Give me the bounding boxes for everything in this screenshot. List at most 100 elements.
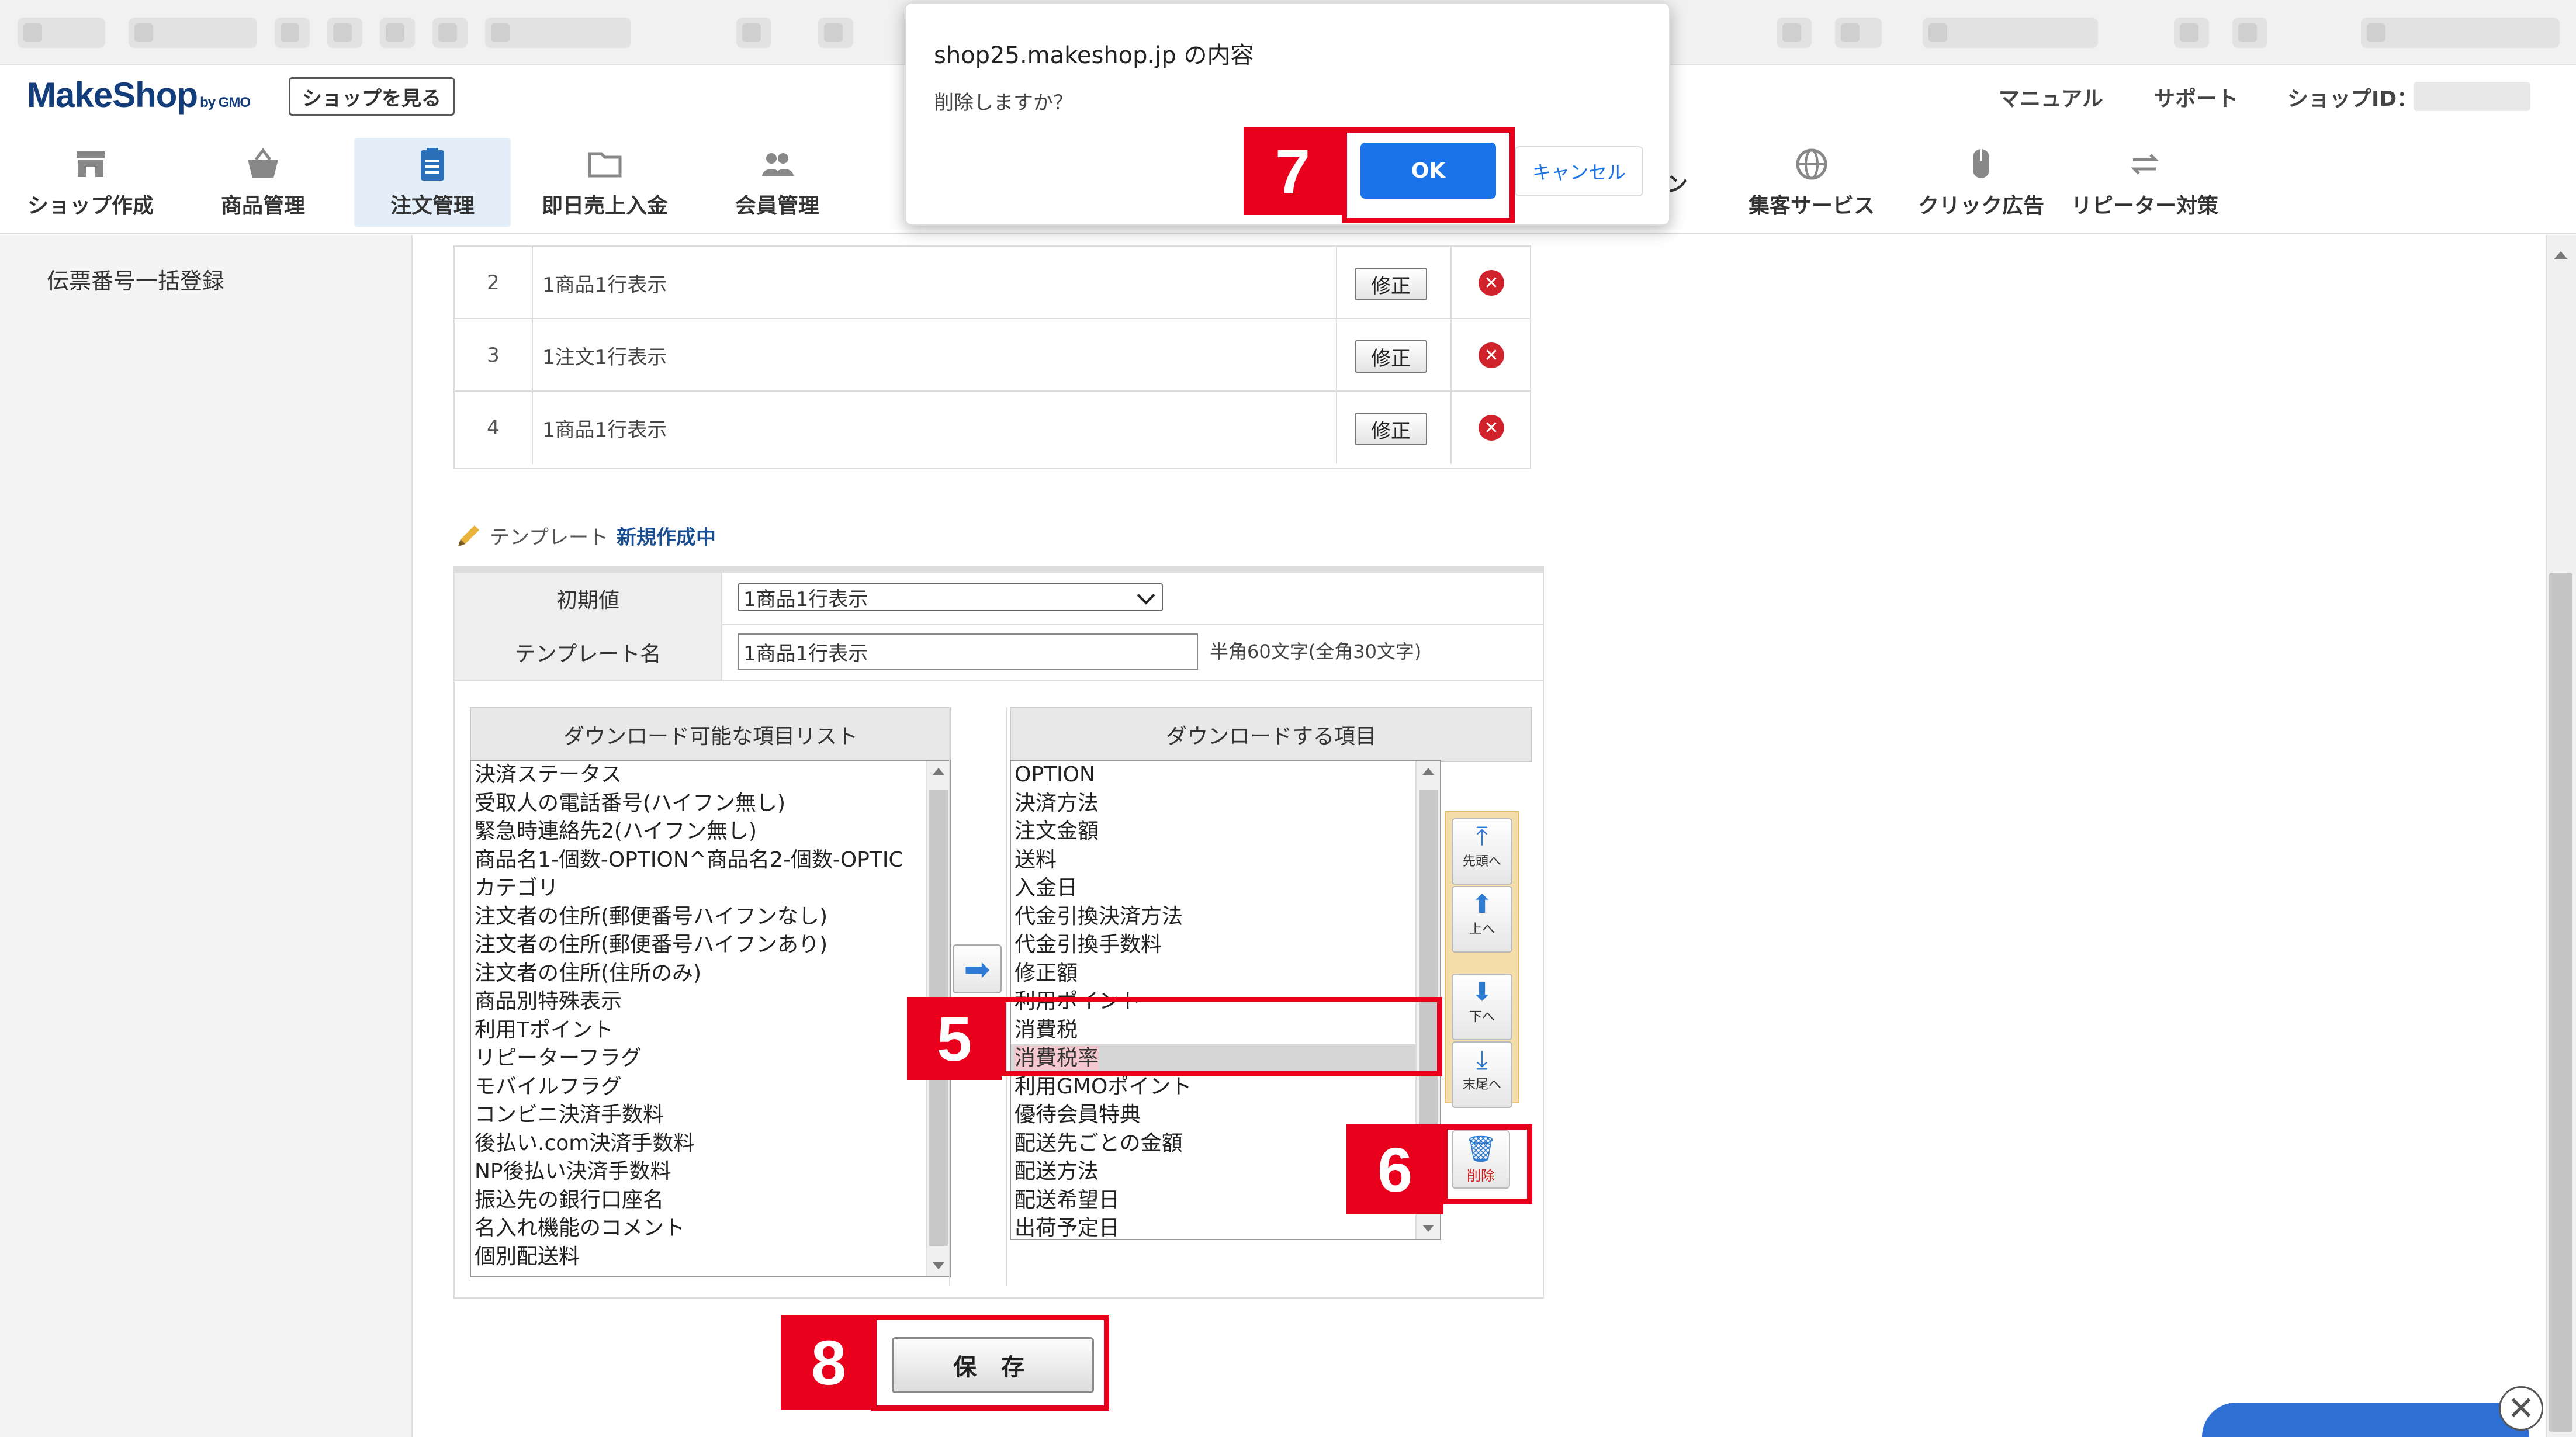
list-item[interactable]: 送料 bbox=[1011, 846, 1440, 875]
move-bottom-button[interactable]: ⤓ 末尾へ bbox=[1452, 1041, 1512, 1108]
list-item[interactable]: 後払い.com決済手数料 bbox=[471, 1130, 950, 1158]
row-template-name: 1商品1行表示 bbox=[542, 418, 667, 442]
edit-button[interactable]: 修正 bbox=[1355, 268, 1427, 300]
list-item[interactable]: カテゴリ bbox=[471, 874, 950, 903]
list-item-label: 配送希望日 bbox=[1015, 1187, 1120, 1212]
list-item[interactable]: 代金引換手数料 bbox=[1011, 931, 1440, 960]
scroll-down-arrow-icon[interactable] bbox=[1422, 1225, 1434, 1232]
template-section-label: テンプレート 新規作成中 bbox=[455, 521, 716, 550]
shop-id-label: ショップID： bbox=[2287, 87, 2418, 111]
page-scrollbar-thumb[interactable] bbox=[2549, 573, 2572, 1432]
clipboard-icon bbox=[421, 148, 444, 181]
edit-button[interactable]: 修正 bbox=[1355, 413, 1427, 445]
scroll-up-arrow-icon[interactable] bbox=[2554, 251, 2568, 259]
list-item[interactable]: OPTION bbox=[1011, 761, 1440, 790]
view-shop-button[interactable]: ショップを見る bbox=[289, 77, 455, 116]
bookmark[interactable] bbox=[736, 18, 771, 48]
list-item[interactable]: 名入れ機能のコメント bbox=[471, 1214, 950, 1243]
nav-click-ads[interactable]: クリック広告 bbox=[1905, 138, 2057, 227]
nav-label: 注文管理 bbox=[390, 194, 475, 218]
bookmark[interactable] bbox=[275, 18, 310, 48]
list-item[interactable]: 注文者の住所(住所のみ) bbox=[471, 960, 950, 988]
manual-link[interactable]: マニュアル bbox=[1999, 82, 2103, 112]
list-item[interactable]: 決済ステータス bbox=[471, 761, 950, 790]
list-item[interactable]: 注文金額 bbox=[1011, 818, 1440, 846]
close-icon[interactable]: ✕ bbox=[2499, 1386, 2543, 1431]
sidebar-item-slip-bulk-register[interactable]: 伝票番号一括登録 bbox=[47, 263, 224, 295]
chat-widget[interactable] bbox=[2202, 1403, 2529, 1437]
list-item[interactable]: コンビニ決済手数料 bbox=[471, 1101, 950, 1130]
list-item-label: コンビニ決済手数料 bbox=[475, 1103, 664, 1127]
list-item[interactable]: 振込先の銀行口座名 bbox=[471, 1186, 950, 1215]
scroll-down-arrow-icon[interactable] bbox=[933, 1262, 944, 1269]
list-item[interactable]: 代金引換決済方法 bbox=[1011, 903, 1440, 932]
template-name-label: テンプレート名 bbox=[455, 624, 722, 680]
delete-circle-icon[interactable]: ✕ bbox=[1479, 415, 1504, 441]
list-item[interactable]: 修正額 bbox=[1011, 960, 1440, 988]
bookmark[interactable] bbox=[1777, 18, 1812, 48]
step-badge-8: 8 bbox=[781, 1315, 877, 1410]
bookmark[interactable] bbox=[2174, 18, 2209, 48]
list-item[interactable]: 利用GMOポイント bbox=[1011, 1073, 1440, 1102]
bookmark[interactable] bbox=[327, 18, 362, 48]
move-top-label: 先頭へ bbox=[1462, 854, 1501, 869]
nav-label: 商品管理 bbox=[220, 194, 305, 218]
list-item[interactable]: 決済方法 bbox=[1011, 790, 1440, 818]
scroll-up-arrow-icon[interactable] bbox=[1422, 768, 1434, 775]
sidebar bbox=[0, 235, 413, 1437]
bookmark[interactable] bbox=[1835, 18, 1882, 48]
dialog-cancel-button[interactable]: キャンセル bbox=[1515, 146, 1643, 196]
scroll-up-arrow-icon[interactable] bbox=[933, 768, 944, 775]
list-item[interactable]: 利用Tポイント bbox=[471, 1016, 950, 1045]
move-top-button[interactable]: ⤒ 先頭へ bbox=[1452, 818, 1512, 885]
nav-repeater[interactable]: リピーター対策 bbox=[2069, 138, 2221, 227]
list-item[interactable]: 注文者の住所(郵便番号ハイフンあり) bbox=[471, 931, 950, 960]
template-status-text: 新規作成中 bbox=[616, 526, 716, 549]
edit-button[interactable]: 修正 bbox=[1355, 340, 1427, 373]
step-badge-7: 7 bbox=[1244, 127, 1342, 215]
highlight-box-step8 bbox=[871, 1315, 1109, 1411]
nav-marketing[interactable]: 集客サービス bbox=[1730, 138, 1893, 227]
list-item[interactable]: NP後払い決済手数料 bbox=[471, 1158, 950, 1186]
delete-circle-icon[interactable]: ✕ bbox=[1479, 342, 1504, 368]
bookmark[interactable] bbox=[2361, 18, 2560, 48]
list-item[interactable]: 入金日 bbox=[1011, 874, 1440, 903]
available-items-listbox[interactable]: 決済ステータス 受取人の電話番号(ハイフン無し) 緊急時連絡先2(ハイフン無し) 商品… bbox=[470, 760, 951, 1277]
list-item[interactable]: 出荷予定日 bbox=[1011, 1214, 1440, 1239]
list-item[interactable]: 注文者の住所(郵便番号ハイフンなし) bbox=[471, 903, 950, 932]
list-item-label: 振込先の銀行口座名 bbox=[475, 1187, 664, 1212]
nav-label: リピーター対策 bbox=[2071, 194, 2218, 218]
delete-circle-icon[interactable]: ✕ bbox=[1479, 270, 1504, 296]
bookmark[interactable] bbox=[818, 18, 853, 48]
list-item-label: 利用GMOポイント bbox=[1015, 1074, 1192, 1099]
bookmark[interactable] bbox=[485, 18, 631, 48]
move-down-button[interactable]: ⬇ 下へ bbox=[1452, 974, 1512, 1040]
initial-value-select[interactable]: 1商品1行表示 bbox=[738, 583, 1163, 611]
bookmark[interactable] bbox=[1923, 18, 2098, 48]
list-item[interactable]: モバイルフラグ bbox=[471, 1073, 950, 1102]
nav-orders[interactable]: 注文管理 bbox=[354, 138, 511, 227]
bookmark[interactable] bbox=[432, 18, 468, 48]
bookmark[interactable] bbox=[18, 18, 105, 48]
list-item[interactable]: 商品名1-個数-OPTION^商品名2-個数-OPTIC bbox=[471, 846, 950, 875]
nav-shop-build[interactable]: ショップ作成 bbox=[18, 138, 164, 227]
list-item[interactable]: 受取人の電話番号(ハイフン無し) bbox=[471, 790, 950, 818]
list-item[interactable]: リピーターフラグ bbox=[471, 1044, 950, 1073]
list-item[interactable]: 商品別特殊表示 bbox=[471, 988, 950, 1016]
add-item-button[interactable]: ➡ bbox=[953, 944, 1002, 993]
bookmark[interactable] bbox=[2232, 18, 2267, 48]
list-item[interactable]: 緊急時連絡先2(ハイフン無し) bbox=[471, 818, 950, 846]
list-item-label: 利用Tポイント bbox=[475, 1017, 614, 1042]
nav-members[interactable]: 会員管理 bbox=[707, 138, 847, 227]
nav-products[interactable]: 商品管理 bbox=[193, 138, 333, 227]
makeshop-logo[interactable]: MakeShop by GMO bbox=[27, 75, 251, 115]
shop-id-value bbox=[2414, 82, 2530, 111]
nav-sameday-sales[interactable]: 即日売上入金 bbox=[532, 138, 678, 227]
support-link[interactable]: サポート bbox=[2154, 82, 2238, 112]
move-up-button[interactable]: ⬆ 上へ bbox=[1452, 886, 1512, 953]
template-name-input[interactable]: 1商品1行表示 bbox=[738, 633, 1198, 670]
bookmark[interactable] bbox=[129, 18, 257, 48]
table-row: 2 1商品1行表示 修正 ✕ bbox=[455, 245, 1530, 319]
list-item[interactable]: 個別配送料 bbox=[471, 1243, 950, 1272]
bookmark[interactable] bbox=[380, 18, 415, 48]
